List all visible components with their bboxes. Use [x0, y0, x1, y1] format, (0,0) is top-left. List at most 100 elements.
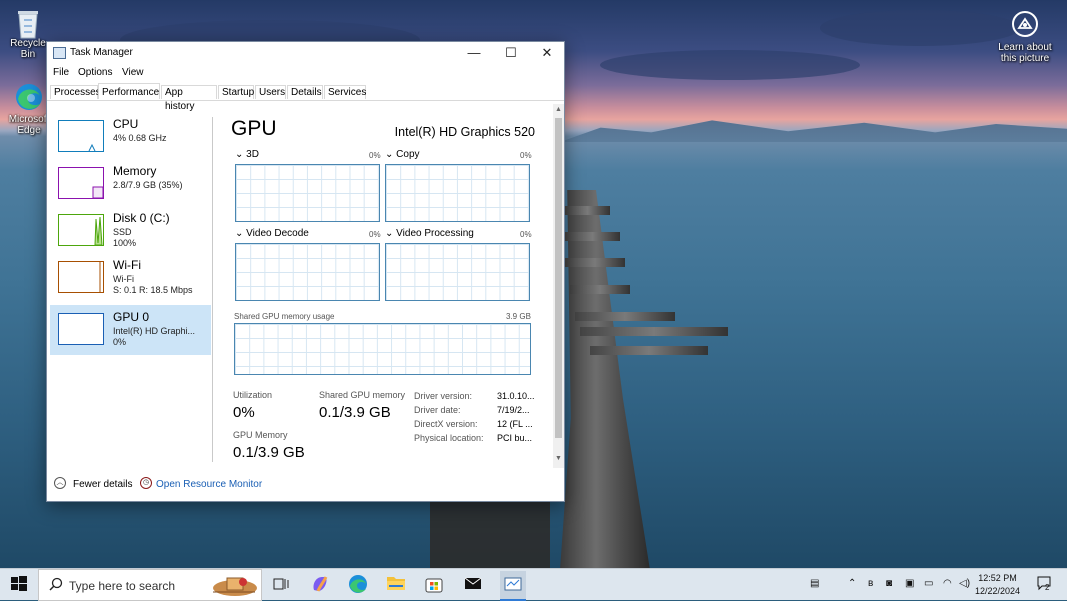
engine-video-decode-selector[interactable]: ⌄ Video Decode [235, 228, 309, 239]
device-detail: 100% [113, 238, 137, 248]
task-view-icon[interactable] [272, 574, 294, 596]
menu-view[interactable]: View [122, 67, 144, 78]
chevron-down-icon: ⌄ [235, 228, 244, 239]
tab-details[interactable]: Details [287, 85, 323, 99]
engine-label: 3D [246, 149, 259, 160]
keyboard-icon[interactable]: ▤ [810, 578, 819, 589]
chevron-down-icon: ⌄ [235, 149, 244, 160]
tab-startup[interactable]: Startup [218, 85, 254, 99]
gpu-memory-label: GPU Memory [233, 430, 288, 440]
pier-base [430, 500, 550, 568]
tab-processes[interactable]: Processes [50, 85, 101, 99]
engine-copy-selector[interactable]: ⌄ Copy [385, 149, 420, 160]
gpu-memory-value: 0.1/3.9 GB [233, 444, 305, 461]
device-detail: Wi-Fi [113, 274, 134, 284]
device-tray-icon[interactable]: ▣ [905, 578, 914, 589]
notification-count: 2 [1045, 583, 1050, 592]
maximize-button[interactable]: ☐ [493, 42, 529, 64]
engine-copy-graph [385, 164, 530, 222]
physical-location-label: Physical location: [414, 433, 484, 443]
scroll-up-icon[interactable]: ▲ [553, 106, 564, 113]
desktop-icon-learn-picture[interactable]: Learn about this picture [998, 10, 1052, 64]
tab-performance[interactable]: Performance [98, 83, 160, 99]
device-item-wifi[interactable]: Wi-Fi Wi-Fi S: 0.1 R: 18.5 Mbps [50, 253, 211, 303]
desktop-icon-label: Learn about this picture [998, 42, 1052, 64]
close-button[interactable]: ✕ [529, 42, 565, 64]
device-name: Disk 0 (C:) [113, 211, 170, 225]
battery-icon[interactable]: ▭ [924, 578, 933, 589]
bluetooth-icon[interactable]: ʙ [868, 578, 873, 589]
task-manager-window: Task Manager — ☐ ✕ File Options View Pro… [46, 41, 565, 502]
device-detail: 2.8/7.9 GB (35%) [113, 180, 183, 190]
scroll-down-icon[interactable]: ▼ [553, 455, 564, 462]
notification-icon[interactable] [1036, 575, 1052, 594]
edge-browser-icon [14, 82, 44, 112]
disk-thumbnail-graph [58, 214, 104, 246]
title-bar[interactable]: Task Manager — ☐ ✕ [47, 42, 564, 64]
device-item-memory[interactable]: Memory 2.8/7.9 GB (35%) [50, 159, 211, 209]
task-manager-taskbar-icon[interactable] [500, 571, 526, 601]
engine-video-decode-graph [235, 243, 380, 301]
chevron-down-icon: ⌄ [385, 228, 394, 239]
taskbar-search-box[interactable]: Type here to search [38, 569, 262, 601]
driver-version-value: 31.0.10... [497, 391, 535, 401]
clock-date: 12/22/2024 [975, 586, 1021, 596]
edge-taskbar-icon[interactable] [348, 574, 370, 596]
security-shield-icon[interactable]: ◙ [886, 578, 892, 589]
device-item-gpu[interactable]: GPU 0 Intel(R) HD Graphi... 0% [50, 305, 211, 355]
cloud [600, 50, 860, 80]
utilization-label: Utilization [233, 390, 273, 400]
tab-users[interactable]: Users [255, 85, 286, 99]
mail-icon[interactable] [463, 574, 485, 596]
volume-icon[interactable]: ◁) [959, 578, 970, 589]
shared-memory-graph-max: 3.9 GB [506, 312, 531, 321]
taskbar-clock[interactable]: 12:52 PM 12/22/2024 [975, 572, 1020, 598]
menu-options[interactable]: Options [78, 67, 112, 78]
tab-app-history[interactable]: App history [161, 85, 217, 112]
page-title: GPU [231, 117, 277, 140]
utilization-value: 0% [233, 404, 255, 421]
footer: ︿ Fewer details ◷ Open Resource Monitor [47, 472, 564, 500]
chevron-up-icon[interactable]: ︿ [54, 477, 66, 489]
shared-memory-graph-label: Shared GPU memory usage [234, 312, 335, 321]
clock-time: 12:52 PM [978, 573, 1017, 583]
engine-video-processing-selector[interactable]: ⌄ Video Processing [385, 228, 474, 239]
gpu-model-name: Intel(R) HD Graphics 520 [394, 125, 535, 139]
device-detail: 4% 0.68 GHz [113, 133, 167, 143]
pier-plank [565, 206, 610, 215]
minimize-button[interactable]: — [456, 42, 492, 64]
microsoft-store-icon[interactable] [424, 574, 446, 596]
open-resource-monitor-link[interactable]: Open Resource Monitor [156, 479, 262, 490]
driver-date-value: 7/19/2... [497, 405, 530, 415]
windows-start-icon[interactable] [9, 574, 31, 596]
engine-percent: 0% [369, 151, 381, 160]
device-detail: SSD [113, 227, 132, 237]
device-item-cpu[interactable]: CPU 4% 0.68 GHz [50, 112, 211, 162]
window-title: Task Manager [70, 47, 133, 58]
scrollbar-thumb[interactable] [555, 118, 562, 438]
directx-version-label: DirectX version: [414, 419, 478, 429]
desktop-icon-label: Microsoft Edge [8, 114, 50, 136]
pier-plank [570, 285, 630, 294]
tab-services[interactable]: Services [324, 85, 366, 99]
fewer-details-link[interactable]: Fewer details [73, 479, 132, 490]
chevron-up-tray-icon[interactable]: ⌃ [848, 578, 856, 589]
wooden-pier [560, 190, 650, 568]
copilot-icon[interactable] [310, 574, 332, 596]
vertical-scrollbar[interactable]: ▲ ▼ [553, 104, 564, 468]
file-explorer-icon[interactable] [386, 574, 408, 596]
engine-3d-selector[interactable]: ⌄ 3D [235, 149, 259, 160]
menu-file[interactable]: File [53, 67, 69, 78]
pier-plank [575, 312, 675, 321]
engine-video-processing-graph [385, 243, 530, 301]
gpu-thumbnail-graph [58, 313, 104, 345]
camera-circle-icon [1010, 10, 1040, 40]
driver-version-label: Driver version: [414, 391, 473, 401]
wifi-tray-icon[interactable]: ◠ [943, 578, 952, 589]
pier-plank [565, 258, 625, 267]
wifi-thumbnail-graph [58, 261, 104, 293]
device-item-disk[interactable]: Disk 0 (C:) SSD 100% [50, 206, 211, 256]
task-manager-app-icon [53, 47, 66, 59]
cloud [820, 10, 1020, 46]
shared-memory-label: Shared GPU memory [319, 390, 406, 400]
